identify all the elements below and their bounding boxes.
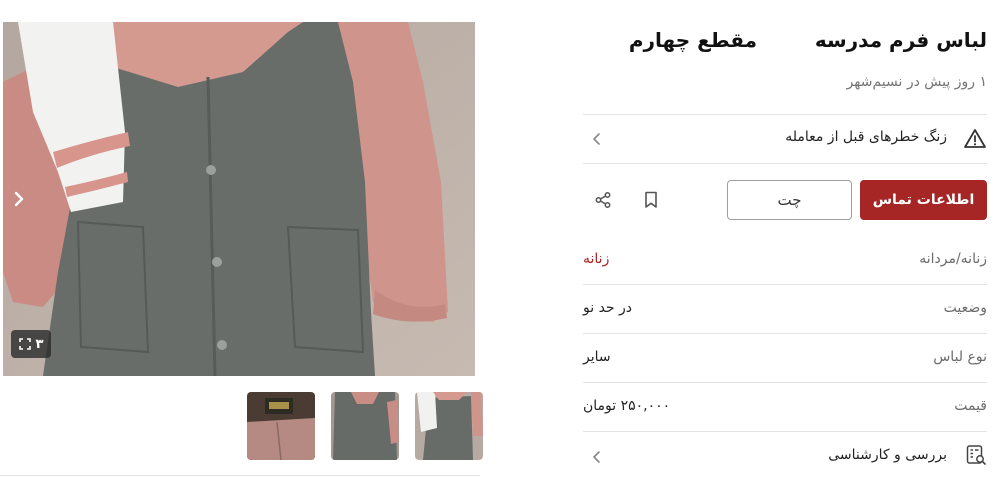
attribute-label: نوع لباس <box>933 349 987 365</box>
attribute-row-gender: زنانه/مردانه زنانه <box>583 235 987 284</box>
expert-review-label: بررسی و کارشناسی <box>828 447 947 463</box>
safety-warnings-label: زنگ خطرهای قبل از معامله <box>785 129 947 145</box>
attribute-value: زنانه <box>583 251 610 267</box>
attribute-row-price: قیمت ۲۵۰,۰۰۰ تومان <box>583 382 987 431</box>
bookmark-icon <box>645 191 657 208</box>
contact-info-button[interactable]: اطلاعات تماس <box>860 180 987 220</box>
title-row: لباس فرم مدرسه مقطع چهارم <box>583 28 987 58</box>
price-value: ۲۵۰,۰۰۰ تومان <box>583 398 671 414</box>
thumbnail-1[interactable] <box>247 392 315 460</box>
thumbnail-image <box>247 392 315 460</box>
divider <box>583 163 987 164</box>
attribute-label: قیمت <box>954 398 987 414</box>
listing-info-panel: لباس فرم مدرسه مقطع چهارم ۱ روز پیش در ن… <box>583 0 987 477</box>
attribute-label: وضعیت <box>943 300 987 316</box>
gallery-divider <box>0 475 480 476</box>
warning-triangle-icon <box>964 129 986 148</box>
bookmark-button[interactable] <box>637 186 665 214</box>
uniform-photo <box>3 22 475 376</box>
inspection-report-icon <box>966 445 986 465</box>
chevron-left-icon <box>593 451 600 463</box>
attribute-value: سایر <box>583 349 611 365</box>
expert-review-link[interactable]: بررسی و کارشناسی <box>583 433 987 477</box>
share-icon <box>595 192 611 208</box>
thumbnail-2[interactable] <box>331 392 399 460</box>
attribute-label: زنانه/مردانه <box>919 251 987 267</box>
safety-warnings-link[interactable]: زنگ خطرهای قبل از معامله <box>583 115 987 163</box>
image-count-badge[interactable]: ۳ <box>11 330 51 358</box>
divider <box>583 431 987 432</box>
listing-title: لباس فرم مدرسه <box>814 28 987 52</box>
chat-button[interactable]: چت <box>727 180 852 220</box>
posted-time-location: ۱ روز پیش در نسیم‌شهر <box>846 74 987 90</box>
attribute-row-clothing-type: نوع لباس سایر <box>583 333 987 382</box>
chevron-left-icon <box>593 133 600 145</box>
chevron-right-icon[interactable] <box>9 188 29 210</box>
share-button[interactable] <box>589 186 617 214</box>
attribute-row-condition: وضعیت در حد نو <box>583 284 987 333</box>
image-count: ۳ <box>35 336 44 352</box>
attribute-value: در حد نو <box>583 300 633 316</box>
thumbnail-image <box>415 392 483 460</box>
fullscreen-icon <box>18 338 31 350</box>
main-product-image[interactable]: ۳ <box>3 22 475 376</box>
thumbnail-image <box>331 392 399 460</box>
listing-title-extra: مقطع چهارم <box>628 28 757 52</box>
thumbnail-3[interactable] <box>415 392 483 460</box>
